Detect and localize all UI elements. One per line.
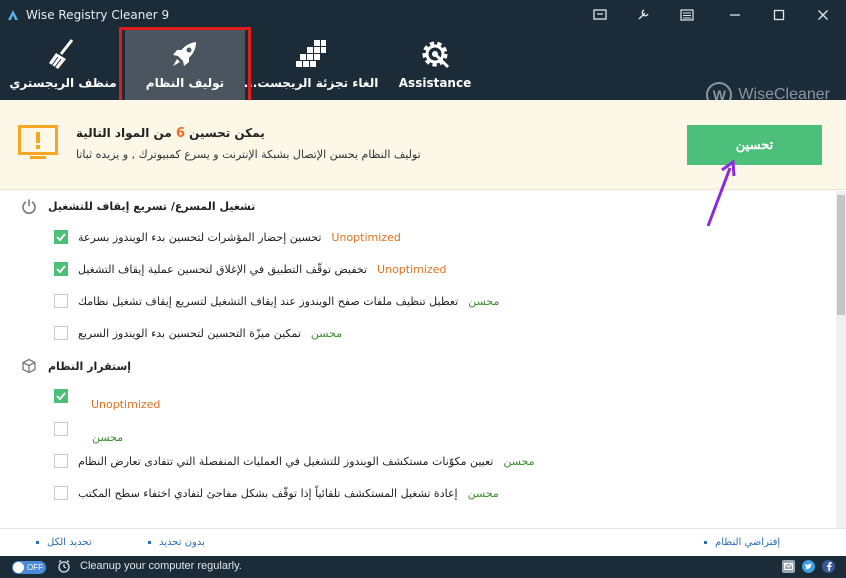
bullet bbox=[36, 541, 39, 544]
list-item: إعادة تشغيل المستكشف تلقائياً إذا توقّف … bbox=[54, 484, 499, 502]
item-label: إعادة تشغيل المستكشف تلقائياً إذا توقّف … bbox=[78, 486, 458, 500]
close-button[interactable] bbox=[803, 0, 843, 30]
alarm-clock-icon bbox=[57, 559, 71, 576]
footer-links: تحديد الكل بدون تحديد إفتراضي النظام bbox=[0, 528, 846, 556]
maximize-button[interactable] bbox=[759, 0, 799, 30]
banner-title-prefix: يمكن تحسين bbox=[189, 126, 265, 140]
status-label: Unoptimized bbox=[91, 398, 161, 411]
optimization-list: تشغيل المسرع/ تسريع إيقاف للتشغيل تحسين … bbox=[0, 191, 836, 528]
toggle-label: OFF bbox=[27, 563, 43, 572]
power-icon bbox=[20, 197, 38, 215]
defrag-blocks-icon bbox=[294, 36, 328, 72]
facebook-icon[interactable] bbox=[822, 560, 835, 573]
optimizable-count: 6 bbox=[175, 126, 185, 141]
optimize-button[interactable]: تحسين bbox=[687, 125, 822, 165]
status-label: Unoptimized bbox=[377, 262, 447, 276]
system-default-link[interactable]: إفتراضي النظام bbox=[704, 537, 780, 548]
status-label: محسن bbox=[503, 454, 535, 468]
tool-registry-defrag[interactable]: ...الغاء تجزئة الريجست bbox=[244, 30, 378, 100]
menu-button[interactable] bbox=[667, 0, 707, 30]
section-title: تشغيل المسرع/ تسريع إيقاف للتشغيل bbox=[48, 199, 256, 213]
window-title: Wise Registry Cleaner 9 bbox=[26, 8, 170, 22]
status-label: محسن bbox=[467, 486, 499, 500]
bullet bbox=[704, 541, 707, 544]
tool-assistance[interactable]: Assistance bbox=[385, 30, 485, 100]
select-none-link[interactable]: بدون تحديد bbox=[148, 537, 205, 548]
list-item bbox=[54, 420, 78, 438]
system-default-label: إفتراضي النظام bbox=[715, 537, 781, 548]
status-bar: OFF Cleanup your computer regularly. bbox=[0, 556, 846, 578]
status-message: Cleanup your computer regularly. bbox=[80, 560, 242, 572]
select-all-label: تحديد الكل bbox=[47, 537, 92, 548]
status-label: محسن bbox=[310, 326, 343, 340]
cube-icon bbox=[20, 357, 38, 375]
banner-subtitle: توليف النظام يحسن الإتصال بشبكة الإنترنت… bbox=[76, 148, 421, 161]
item-checkbox[interactable] bbox=[54, 422, 68, 436]
select-all-link[interactable]: تحديد الكل bbox=[36, 537, 92, 548]
item-checkbox[interactable] bbox=[54, 389, 68, 403]
banner-title-suffix: من المواد التالية bbox=[76, 126, 172, 140]
title-bar: Wise Registry Cleaner 9 bbox=[0, 0, 846, 30]
item-label: تمكين ميزّة التحسين لتحسين بدء الويندوز … bbox=[78, 326, 301, 340]
settings-tools-button[interactable] bbox=[623, 0, 663, 30]
item-label: تخفيض توقّف التطبيق في الإغلاق لتحسين عم… bbox=[78, 262, 368, 276]
toggle-knob bbox=[13, 562, 24, 573]
status-label: محسن bbox=[468, 294, 500, 308]
list-item: تمكين ميزّة التحسين لتحسين بدء الويندوز … bbox=[54, 324, 342, 342]
gear-wrench-icon bbox=[417, 36, 453, 72]
bullet bbox=[148, 541, 151, 544]
item-label: تعطيل تنظيف ملفات صفح الويندوز عند إيقاف… bbox=[78, 294, 459, 308]
feedback-button[interactable] bbox=[580, 0, 620, 30]
minimize-button[interactable] bbox=[715, 0, 755, 30]
broom-icon bbox=[46, 36, 80, 72]
section-header-system-stability: إستقرار النظام bbox=[20, 357, 131, 375]
section-title: إستقرار النظام bbox=[48, 359, 132, 373]
list-scrollbar[interactable] bbox=[836, 191, 846, 528]
scrollbar-thumb[interactable] bbox=[837, 195, 845, 315]
item-checkbox[interactable] bbox=[54, 294, 68, 308]
item-checkbox[interactable] bbox=[54, 326, 68, 340]
list-item: تحسين إحضار المؤشرات لتحسين بدء الويندوز… bbox=[54, 228, 401, 246]
item-checkbox[interactable] bbox=[54, 486, 68, 500]
twitter-icon[interactable] bbox=[802, 560, 815, 573]
tool-label-registry-cleaner: منظف الريجستري bbox=[9, 76, 117, 90]
select-none-label: بدون تحديد bbox=[159, 537, 205, 548]
status-label: Unoptimized bbox=[331, 230, 401, 244]
list-item: تعيين مكوّنات مستكشف الويندوز للتشغيل في… bbox=[54, 452, 535, 470]
item-label: تحسين إحضار المؤشرات لتحسين بدء الويندوز… bbox=[78, 230, 322, 244]
list-item: تعطيل تنظيف ملفات صفح الويندوز عند إيقاف… bbox=[54, 292, 499, 310]
active-tool-highlight bbox=[119, 27, 251, 105]
tool-label-registry-defrag: ...الغاء تجزئة الريجست bbox=[243, 76, 379, 90]
list-item: تخفيض توقّف التطبيق في الإغلاق لتحسين عم… bbox=[54, 260, 446, 278]
email-icon[interactable] bbox=[782, 560, 795, 573]
status-label: محسن bbox=[92, 431, 124, 444]
section-header-startup-shutdown: تشغيل المسرع/ تسريع إيقاف للتشغيل bbox=[20, 197, 255, 215]
banner-title: يمكن تحسين 6 من المواد التالية bbox=[76, 126, 265, 141]
item-checkbox[interactable] bbox=[54, 454, 68, 468]
item-checkbox[interactable] bbox=[54, 230, 68, 244]
tool-label-assistance: Assistance bbox=[398, 76, 472, 90]
app-logo-icon bbox=[6, 8, 20, 22]
monitor-warning-icon bbox=[18, 125, 58, 166]
tool-registry-cleaner[interactable]: منظف الريجستري bbox=[8, 30, 118, 100]
item-label: تعيين مكوّنات مستكشف الويندوز للتشغيل في… bbox=[78, 454, 494, 468]
list-item bbox=[54, 387, 78, 405]
auto-clean-toggle[interactable]: OFF bbox=[12, 561, 46, 574]
item-checkbox[interactable] bbox=[54, 262, 68, 276]
